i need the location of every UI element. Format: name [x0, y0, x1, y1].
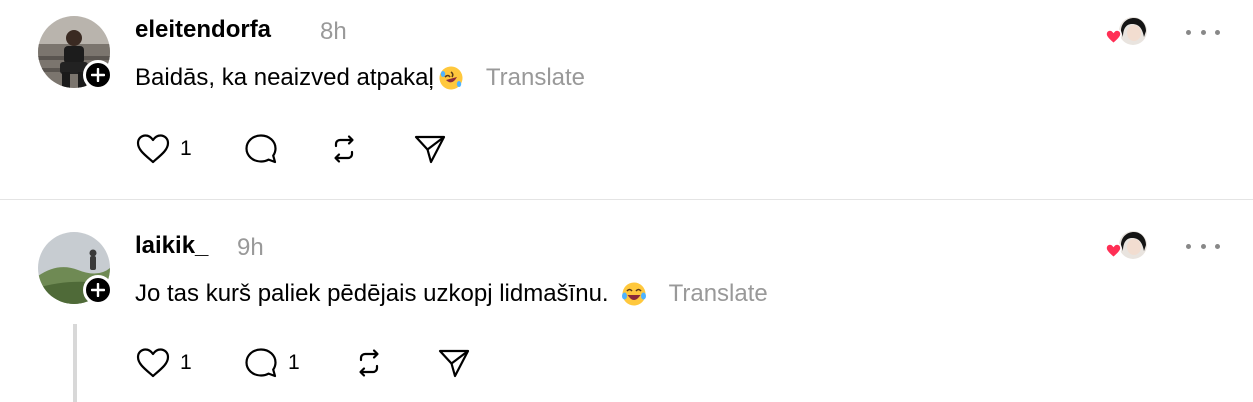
repost-button[interactable]: [353, 347, 385, 379]
dot: [1200, 243, 1206, 249]
post-text-line: Jo tas kurš paliek pēdējais uzkopj lidma…: [135, 280, 768, 308]
send-icon: [414, 135, 446, 164]
more-options-button[interactable]: [1186, 22, 1220, 42]
reply-button[interactable]: 1: [244, 347, 300, 379]
liked-by-avatar[interactable]: [1104, 15, 1148, 51]
repost-icon: [334, 135, 354, 163]
heart-icon: [1105, 243, 1122, 259]
post-text: Jo tas kurš paliek pēdējais uzkopj lidma…: [135, 280, 609, 307]
dot: [1200, 29, 1206, 35]
reply-button[interactable]: [244, 133, 278, 165]
dot: [1186, 243, 1191, 249]
like-count: 1: [180, 137, 192, 160]
heart-icon: [136, 134, 170, 164]
post-eleitendorfa: eleitendorfa 8h Baidās, ka neaizved atpa…: [0, 0, 1253, 200]
share-button[interactable]: [437, 347, 471, 379]
share-button[interactable]: [413, 133, 447, 165]
reply-count: 1: [288, 351, 300, 374]
follow-button[interactable]: [83, 275, 113, 305]
heart-icon: [1105, 29, 1122, 45]
post-laikik: laikik_ 9h Jo tas kurš paliek pēdējais u…: [0, 200, 1253, 402]
translate-link[interactable]: Translate: [486, 64, 585, 92]
thread-line: [73, 324, 77, 402]
dot: [1215, 29, 1220, 35]
dot: [1186, 29, 1191, 35]
like-button[interactable]: 1: [136, 348, 192, 378]
repost-icon: [359, 349, 379, 377]
liked-by-avatar[interactable]: [1104, 229, 1148, 265]
comment-bubble-icon: [245, 134, 277, 164]
follow-button[interactable]: [83, 60, 113, 90]
timestamp[interactable]: 8h: [320, 18, 347, 46]
heart-icon: [136, 348, 170, 378]
dot: [1215, 243, 1220, 249]
username[interactable]: laikik_: [135, 232, 208, 260]
repost-button[interactable]: [328, 133, 360, 165]
translate-link[interactable]: Translate: [669, 280, 768, 308]
username[interactable]: eleitendorfa: [135, 16, 271, 44]
send-icon: [438, 349, 470, 378]
comment-bubble-icon: [245, 348, 277, 378]
like-count: 1: [180, 351, 192, 374]
plus-icon: [91, 283, 105, 297]
timestamp[interactable]: 9h: [237, 234, 264, 262]
tears-of-joy-emoji: [621, 281, 647, 307]
post-text: Baidās, ka neaizved atpakaļ: [135, 64, 434, 91]
more-options-button[interactable]: [1186, 236, 1220, 256]
post-text-line: Baidās, ka neaizved atpakaļ Translate: [135, 64, 585, 92]
plus-icon: [91, 68, 105, 82]
rolling-on-floor-laughing-emoji: [438, 65, 464, 91]
like-button[interactable]: 1: [136, 134, 192, 164]
